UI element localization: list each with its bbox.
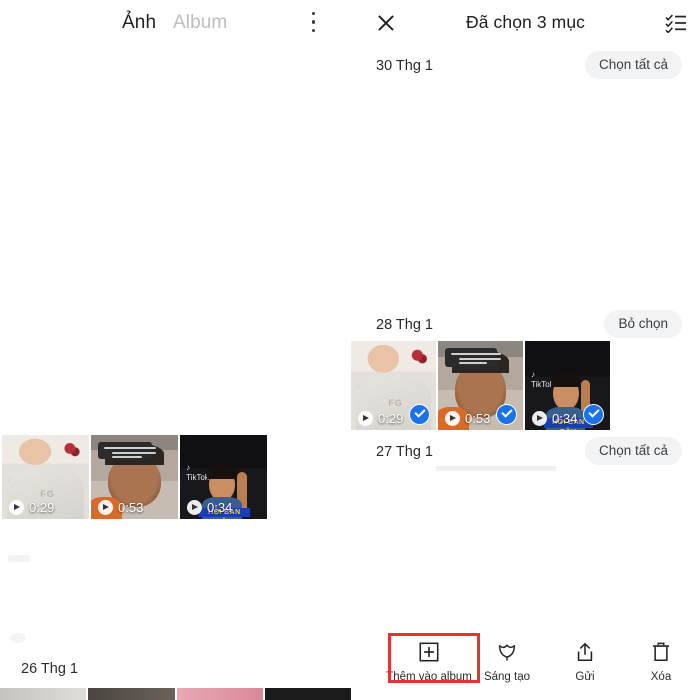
left-panel-header: Ảnh Album <box>0 0 351 46</box>
hair-shape <box>206 465 237 479</box>
delete-button[interactable]: Xóa <box>617 636 700 683</box>
duration-label: 0:53 <box>118 500 144 515</box>
selected-thumbnail-video-3[interactable]: ♪TikTok HỒI BAN ĐẦU 0:34 <box>525 341 610 430</box>
thumbnail-overlay-text: FG <box>40 488 55 499</box>
comment-line-1 <box>103 446 156 449</box>
scroll-artifact-a <box>8 555 30 562</box>
comment-line-3 <box>458 362 487 365</box>
screenshot-root: Ảnh Album ♪ FG 0:29 0:53 ♪ TikTok HỒI BA… <box>0 0 700 700</box>
annotation-highlight-box <box>388 633 480 683</box>
comment-line-1 <box>450 353 501 356</box>
comment-line-2 <box>111 451 156 454</box>
comment-line-2 <box>458 358 501 361</box>
selected-check-icon[interactable] <box>583 404 604 425</box>
comment-overlay <box>97 441 156 460</box>
video-duration-badge: 0:34 <box>532 411 577 426</box>
partial-thumbnail-1[interactable] <box>0 688 87 700</box>
scroll-artifact-b <box>10 633 26 643</box>
dot-2 <box>312 20 316 24</box>
selected-thumbnail-video-1[interactable]: ♪ FG 0:29 <box>351 341 436 430</box>
video-duration-badge: 0:29 <box>9 500 54 515</box>
left-partial-thumbnail-row[interactable] <box>0 688 351 700</box>
tiktok-watermark-icon: ♪ <box>7 473 12 483</box>
duration-label: 0:29 <box>378 411 404 426</box>
duration-label: 0:34 <box>207 500 233 515</box>
dot-3 <box>312 28 316 33</box>
duration-label: 0:29 <box>29 500 55 515</box>
thumbnail-video-1[interactable]: ♪ FG 0:29 <box>2 435 89 519</box>
select-all-button-30[interactable]: Chọn tất cả <box>584 51 682 79</box>
play-icon <box>358 411 373 426</box>
tab-albums[interactable]: Album <box>173 12 227 34</box>
right-thumbnail-strip: ♪ FG 0:29 0:53 ♪ TikTok HỒI BAN 0:34 <box>351 341 610 430</box>
video-duration-badge: 0:29 <box>358 411 403 426</box>
video-duration-badge: 0:34 <box>187 500 232 515</box>
selected-check-icon[interactable] <box>496 404 517 425</box>
toolbar-label: Xóa <box>650 671 672 683</box>
play-icon <box>445 411 460 426</box>
selected-thumbnail-video-2[interactable]: 0:53 <box>438 341 523 430</box>
more-vertical-icon[interactable] <box>312 12 316 34</box>
deselect-button-28[interactable]: Bỏ chọn <box>604 310 682 338</box>
date-label: 28 Thg 1 <box>376 317 433 333</box>
duration-label: 0:53 <box>465 411 491 426</box>
date-section-27: 27 Thg 1 Chọn tất cả <box>351 437 700 467</box>
toolbar-label: Gửi <box>575 671 595 683</box>
video-duration-badge: 0:53 <box>98 500 143 515</box>
left-date-header: 26 Thg 1 <box>21 661 78 677</box>
thumbnail-video-3[interactable]: ♪TikTok HỒI BAN ĐẦU 0:34 <box>180 435 267 519</box>
tulip-icon <box>494 640 520 666</box>
checklist-icon[interactable] <box>665 13 687 34</box>
play-icon <box>187 500 202 515</box>
select-all-button-27[interactable]: Chọn tất cả <box>584 437 682 465</box>
share-icon <box>572 640 598 666</box>
duration-label: 0:34 <box>552 411 578 426</box>
comment-overlay <box>444 348 501 367</box>
play-icon <box>9 500 24 515</box>
tab-photos[interactable]: Ảnh <box>122 12 156 34</box>
date-label: 27 Thg 1 <box>376 444 433 460</box>
selected-check-icon[interactable] <box>409 404 430 425</box>
tiktok-watermark-icon: ♪ TikTok <box>186 462 209 482</box>
tiktok-watermark-icon: ♪ TikTok <box>530 370 554 390</box>
partial-thumbnail-3[interactable] <box>176 688 263 700</box>
thumbnail-video-2[interactable]: 0:53 <box>91 435 178 519</box>
video-duration-badge: 0:53 <box>445 411 490 426</box>
dot-1 <box>312 12 316 16</box>
date-section-30: 30 Thg 1 Chọn tất cả <box>351 51 700 81</box>
date-label: 30 Thg 1 <box>376 58 433 74</box>
trash-icon <box>648 640 674 666</box>
right-panel-header: Đã chọn 3 mục <box>351 0 700 48</box>
scroll-artifact-c <box>436 466 556 471</box>
thumbnail-overlay-text: FG <box>388 397 403 408</box>
play-icon <box>98 500 113 515</box>
date-section-28: 28 Thg 1 Bỏ chọn <box>351 310 700 340</box>
play-icon <box>532 411 547 426</box>
send-button[interactable]: Gửi <box>541 636 629 683</box>
partial-thumbnail-4[interactable] <box>264 688 351 700</box>
hair-shape <box>551 373 581 388</box>
left-thumbnail-strip: ♪ FG 0:29 0:53 ♪ TikTok HỒI BAN 0:34 <box>2 435 267 519</box>
comment-line-3 <box>111 455 142 458</box>
partial-thumbnail-2[interactable] <box>88 688 175 700</box>
selection-title: Đã chọn 3 mục <box>466 12 585 32</box>
tiktok-watermark-icon: ♪ <box>356 381 361 391</box>
left-panel-gallery: Ảnh Album ♪ FG 0:29 0:53 ♪ TikTok HỒI BA… <box>0 0 351 700</box>
